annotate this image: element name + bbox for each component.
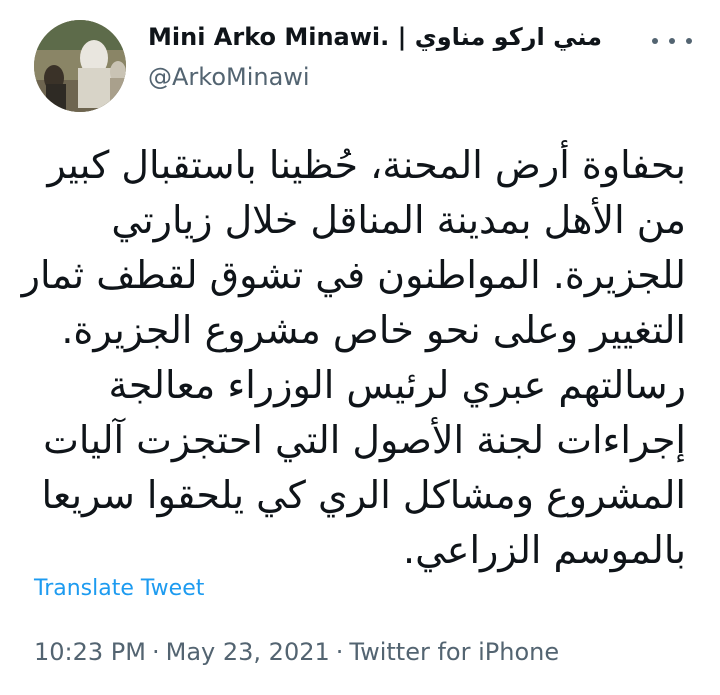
tweet-text-line: إجراءات لجنة الأصول التي احتجزت آليات: [43, 418, 686, 462]
more-horizontal-icon-dot: [686, 38, 692, 44]
avatar-photo: [34, 20, 126, 112]
meta-separator: ·: [151, 638, 160, 666]
author-display-name[interactable]: Mini Arko Minawi. | مني اركو مناوي: [148, 22, 602, 52]
meta-separator: ·: [335, 638, 344, 666]
tweet-text-line: المشروع ومشاكل الري كي يلحقوا سريعا: [41, 473, 686, 517]
tweet-source[interactable]: Twitter for iPhone: [349, 638, 559, 666]
tweet-date[interactable]: May 23, 2021: [166, 638, 330, 666]
tweet-text-line: التغيير وعلى نحو خاص مشروع الجزيرة.: [61, 308, 686, 352]
tweet-text-line: بحفاوة أرض المحنة، حُظينا باستقبال كبير: [47, 143, 686, 187]
tweet-metadata: 10:23 PM · May 23, 2021 · Twitter for iPhone: [34, 636, 559, 668]
more-horizontal-icon: [652, 38, 658, 44]
more-horizontal-icon-dot: [669, 38, 675, 44]
tweet-time[interactable]: 10:23 PM: [34, 638, 146, 666]
translate-tweet-link[interactable]: Translate Tweet: [34, 574, 204, 604]
tweet-text-line: من الأهل بمدينة المناقل خلال زيارتي: [111, 198, 686, 242]
tweet-text-line: بالموسم الزراعي.: [403, 528, 686, 572]
tweet-text-line: رسالتهم عبري لرئيس الوزراء معالجة: [108, 363, 686, 407]
tweet-text-line: للجزيرة. المواطنون في تشوق لقطف ثمار: [21, 253, 686, 297]
tweet-text: بحفاوة أرض المحنة، حُظينا باستقبال كبير …: [21, 138, 686, 578]
avatar[interactable]: [34, 20, 126, 112]
tweet-card: Mini Arko Minawi. | مني اركو مناوي @Arko…: [0, 0, 720, 695]
more-options-button[interactable]: [652, 30, 692, 52]
author-handle[interactable]: @ArkoMinawi: [148, 62, 310, 92]
